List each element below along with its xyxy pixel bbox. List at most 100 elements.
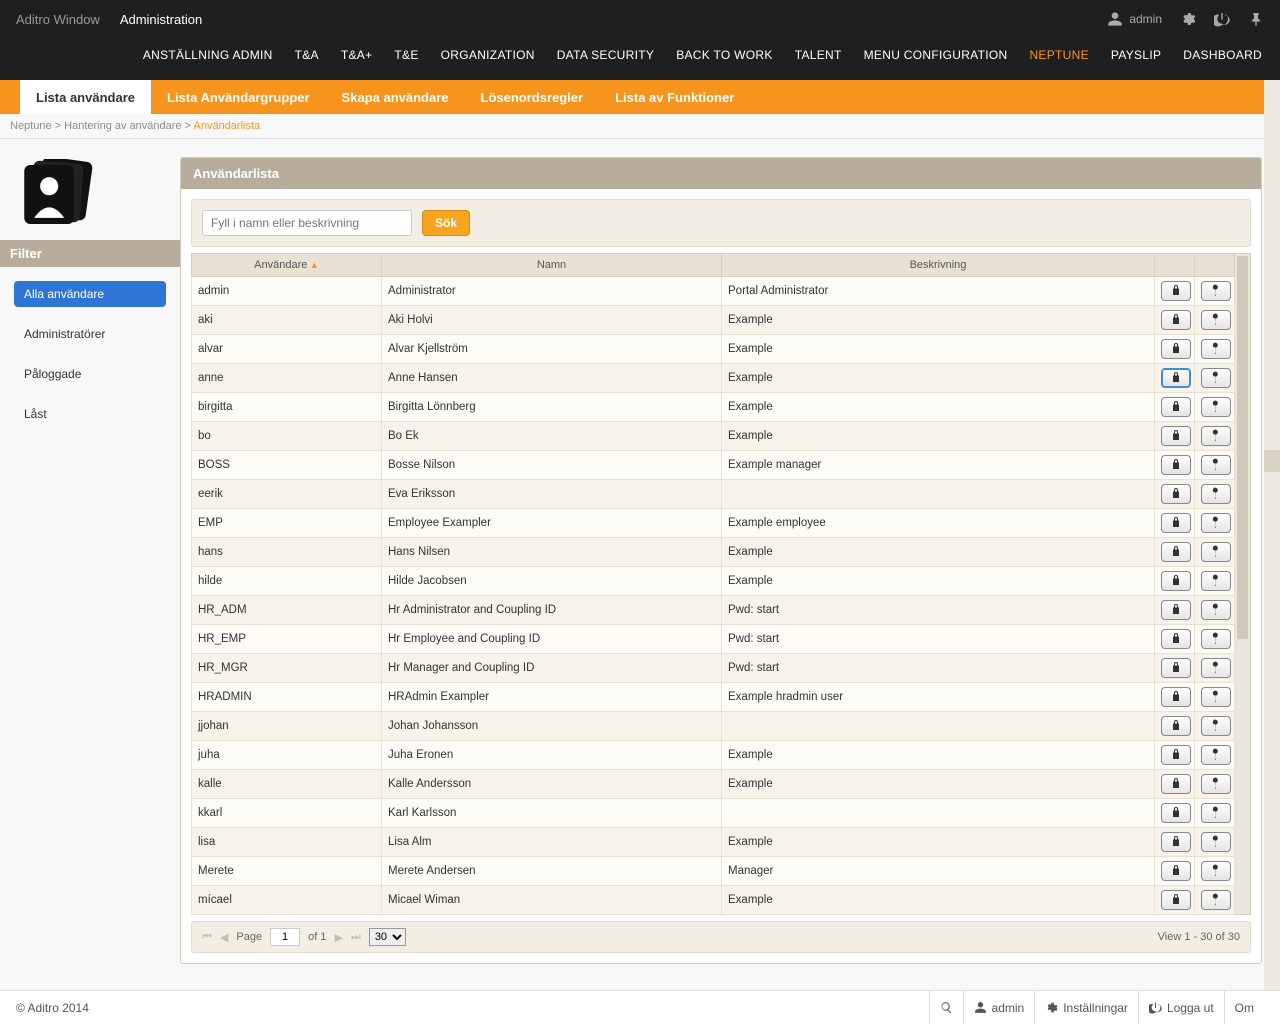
table-row[interactable]: hildeHilde JacobsenExample <box>192 567 1235 596</box>
key-button[interactable] <box>1201 832 1231 852</box>
table-row[interactable]: MereteMerete AndersenManager <box>192 857 1235 886</box>
breadcrumb-item[interactable]: Hantering av användare <box>64 120 181 132</box>
table-row[interactable]: HR_EMPHr Employee and Coupling IDPwd: st… <box>192 625 1235 654</box>
right-dock[interactable] <box>1264 80 1280 990</box>
key-button[interactable] <box>1201 803 1231 823</box>
col-desc[interactable]: Beskrivning <box>722 254 1155 277</box>
top-nav-item[interactable]: T&A <box>295 48 319 62</box>
footer-about[interactable]: Om <box>1224 991 1264 1024</box>
table-row[interactable]: birgittaBirgitta LönnbergExample <box>192 393 1235 422</box>
table-row[interactable]: hansHans NilsenExample <box>192 538 1235 567</box>
pager-last-icon[interactable]: ⏭ <box>351 931 361 944</box>
top-nav-item[interactable]: TALENT <box>795 48 842 62</box>
table-row[interactable]: HR_MGRHr Manager and Coupling IDPwd: sta… <box>192 654 1235 683</box>
search-button[interactable]: Sök <box>422 210 470 236</box>
lock-button[interactable] <box>1161 542 1191 562</box>
pager-page-input[interactable] <box>270 928 300 946</box>
key-button[interactable] <box>1201 600 1231 620</box>
footer-settings[interactable]: Inställningar <box>1034 991 1138 1024</box>
table-row[interactable]: kalleKalle AnderssonExample <box>192 770 1235 799</box>
lock-button[interactable] <box>1161 600 1191 620</box>
key-button[interactable] <box>1201 716 1231 736</box>
table-row[interactable]: alvarAlvar KjellströmExample <box>192 335 1235 364</box>
sub-tab[interactable]: Lösenordsregler <box>465 80 600 114</box>
top-nav-item[interactable]: NEPTUNE <box>1029 48 1088 62</box>
table-row[interactable]: akiAki HolviExample <box>192 306 1235 335</box>
lock-button[interactable] <box>1161 890 1191 910</box>
key-button[interactable] <box>1201 397 1231 417</box>
lock-button[interactable] <box>1161 397 1191 417</box>
lock-button[interactable] <box>1161 281 1191 301</box>
lock-button[interactable] <box>1161 803 1191 823</box>
lock-button[interactable] <box>1161 426 1191 446</box>
top-nav-item[interactable]: MENU CONFIGURATION <box>864 48 1008 62</box>
breadcrumb-item[interactable]: Neptune <box>10 120 52 132</box>
key-button[interactable] <box>1201 455 1231 475</box>
key-button[interactable] <box>1201 426 1231 446</box>
pin-icon[interactable] <box>1248 11 1264 27</box>
gear-icon[interactable] <box>1180 11 1196 27</box>
lock-button[interactable] <box>1161 629 1191 649</box>
lock-button[interactable] <box>1161 716 1191 736</box>
sub-tab[interactable]: Skapa användare <box>326 80 465 114</box>
col-name[interactable]: Namn <box>382 254 722 277</box>
pager-prev-icon[interactable]: ◀ <box>220 931 228 944</box>
sub-tab[interactable]: Lista av Funktioner <box>599 80 750 114</box>
key-button[interactable] <box>1201 629 1231 649</box>
lock-button[interactable] <box>1161 774 1191 794</box>
table-scrollbar[interactable] <box>1235 253 1251 915</box>
section-title[interactable]: Administration <box>120 12 202 27</box>
table-row[interactable]: HR_ADMHr Administrator and Coupling IDPw… <box>192 596 1235 625</box>
table-row[interactable]: juhaJuha EronenExample <box>192 741 1235 770</box>
key-button[interactable] <box>1201 745 1231 765</box>
table-row[interactable]: kkarlKarl Karlsson <box>192 799 1235 828</box>
key-button[interactable] <box>1201 339 1231 359</box>
top-nav-item[interactable]: DASHBOARD <box>1183 48 1262 62</box>
key-button[interactable] <box>1201 571 1231 591</box>
lock-button[interactable] <box>1161 484 1191 504</box>
footer-search[interactable] <box>929 991 963 1024</box>
top-nav-item[interactable]: DATA SECURITY <box>557 48 654 62</box>
filter-item[interactable]: Alla användare <box>14 281 166 307</box>
pager-size-select[interactable]: 30 <box>369 928 406 946</box>
sub-tab[interactable]: Lista användare <box>20 80 151 114</box>
top-nav-item[interactable]: ANSTÄLLNING ADMIN <box>143 48 273 62</box>
filter-item[interactable]: Administratörer <box>14 321 166 347</box>
app-name[interactable]: Aditro Window <box>16 12 100 27</box>
filter-item[interactable]: Påloggade <box>14 361 166 387</box>
top-nav-item[interactable]: T&E <box>394 48 418 62</box>
lock-button[interactable] <box>1161 861 1191 881</box>
key-button[interactable] <box>1201 658 1231 678</box>
top-nav-item[interactable]: ORGANIZATION <box>441 48 535 62</box>
top-nav-item[interactable]: T&A+ <box>341 48 373 62</box>
lock-button[interactable] <box>1161 513 1191 533</box>
key-button[interactable] <box>1201 890 1231 910</box>
lock-button[interactable] <box>1161 368 1191 388</box>
power-icon[interactable] <box>1214 11 1230 27</box>
key-button[interactable] <box>1201 310 1231 330</box>
table-row[interactable]: jjohanJohan Johansson <box>192 712 1235 741</box>
table-row[interactable]: EMPEmployee ExamplerExample employee <box>192 509 1235 538</box>
key-button[interactable] <box>1201 368 1231 388</box>
filter-item[interactable]: Låst <box>14 401 166 427</box>
key-button[interactable] <box>1201 861 1231 881</box>
key-button[interactable] <box>1201 774 1231 794</box>
table-row[interactable]: anneAnne HansenExample <box>192 364 1235 393</box>
table-row[interactable]: HRADMINHRAdmin ExamplerExample hradmin u… <box>192 683 1235 712</box>
key-button[interactable] <box>1201 542 1231 562</box>
lock-button[interactable] <box>1161 455 1191 475</box>
lock-button[interactable] <box>1161 832 1191 852</box>
table-row[interactable]: mícaelMicael WimanExample <box>192 886 1235 915</box>
top-nav-item[interactable]: BACK TO WORK <box>676 48 773 62</box>
table-row[interactable]: adminAdministratorPortal Administrator <box>192 277 1235 306</box>
table-row[interactable]: lisaLisa AlmExample <box>192 828 1235 857</box>
current-user[interactable]: admin <box>1107 11 1162 27</box>
footer-logout[interactable]: Logga ut <box>1138 991 1224 1024</box>
key-button[interactable] <box>1201 281 1231 301</box>
lock-button[interactable] <box>1161 310 1191 330</box>
search-input[interactable] <box>202 210 412 236</box>
sub-tab[interactable]: Lista Användargrupper <box>151 80 326 114</box>
key-button[interactable] <box>1201 687 1231 707</box>
table-row[interactable]: boBo EkExample <box>192 422 1235 451</box>
lock-button[interactable] <box>1161 658 1191 678</box>
